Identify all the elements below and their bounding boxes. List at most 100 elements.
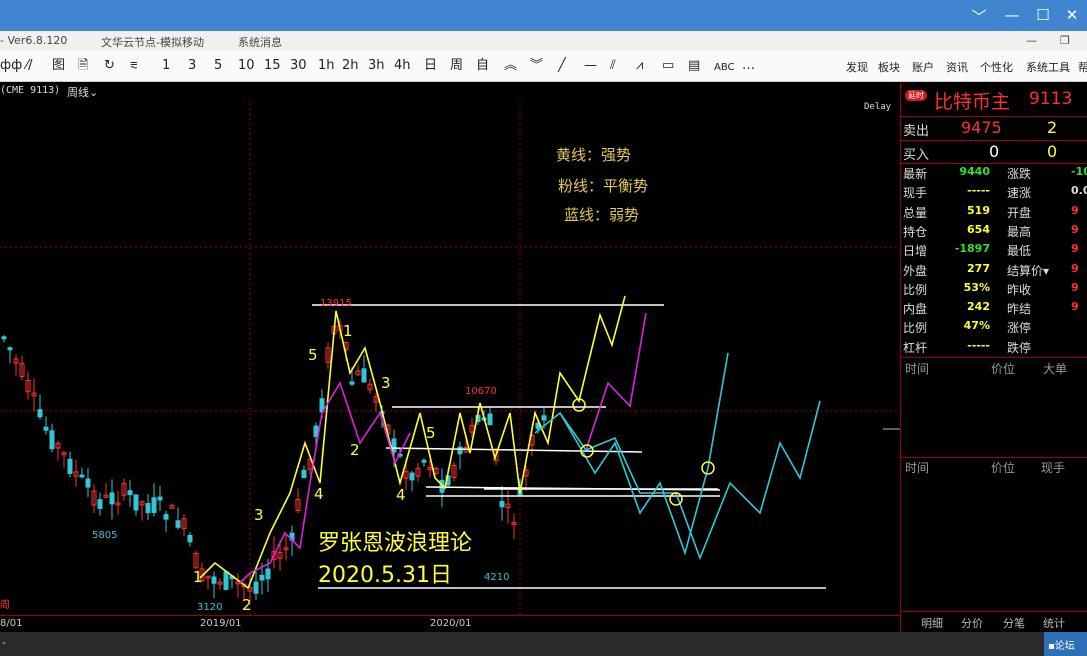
tab-price-dist[interactable]: 分价 [961,615,983,631]
wave-label: 2 [242,596,252,614]
candle-body [163,514,169,520]
forum-button[interactable]: ▪论坛 [1044,632,1087,656]
period-4h[interactable]: 4h [394,58,411,74]
period-30min[interactable]: 30 [290,58,307,74]
tab-tick[interactable]: 分笔 [1003,615,1025,631]
period-15min[interactable]: 15 [264,58,281,74]
close-button[interactable]: ✕ [1058,6,1086,24]
inner-minimize-button[interactable]: — [1026,34,1037,47]
minimize-button[interactable]: — [998,6,1026,24]
candle-body [253,581,259,594]
nav-system-tools[interactable]: 系统工具 [1026,59,1070,75]
period-1h[interactable]: 1h [318,58,335,74]
hline-tool-icon[interactable]: — [584,58,597,74]
quote-label: 最低 [1007,244,1032,259]
candle-body [1,336,7,340]
more-tools-icon[interactable]: … [742,58,755,74]
inner-restore-button[interactable]: ❐ [1060,34,1070,47]
trades-time: 时间 [905,362,930,376]
wave-label: 1 [343,322,353,340]
quote-row: 比例 47% 涨停 [901,318,1087,337]
forum-label: 论坛 [1054,641,1075,652]
parallel-tool-icon[interactable]: ⫽ [610,58,616,74]
text-tool-icon[interactable]: ABC [714,60,735,76]
period-3min[interactable]: 3 [188,58,196,74]
toolbar-save-icon[interactable]: 🗎 [78,58,88,74]
quote-row: 日增 -1897 最低 9 [901,241,1087,260]
kline-chart[interactable]: 黄线：强势 粉线：平衡势 蓝线：弱势 罗张恩波浪理论 2020.5.31日 13915 10… [0,83,900,615]
candle-body [127,490,133,496]
zoom-in-icon[interactable]: ︽ [504,58,517,74]
toolbar-compare-icon[interactable]: ⩳ [130,58,138,74]
quote-value: 519 [967,203,990,217]
quote-value: 53% [963,280,990,294]
line-tool-icon[interactable]: ╱ [558,58,566,74]
wave-tool-icon[interactable]: ⩘ [636,58,643,74]
status-bar: - ▪论坛 [0,632,1087,656]
period-1min[interactable]: 1 [162,58,170,74]
nav-sector[interactable]: 板块 [878,59,900,75]
period-5min[interactable]: 5 [214,58,222,74]
grid-tool-icon[interactable]: ▤ [688,58,700,74]
wave-label: 4 [314,485,324,503]
instrument-name: 比特币主 [934,91,1011,113]
price-label-low-a: 5805 [92,530,117,541]
candle-body [409,472,415,481]
candle-body [313,425,319,437]
menu-sysmsg[interactable]: 系统消息 [238,34,282,50]
toolbar-move-icon[interactable]: фф [0,58,22,74]
price-label-mid-high: 10670 [465,386,497,397]
candle-body [457,446,463,455]
nav-account[interactable]: 账户 [912,59,934,75]
period-day[interactable]: 日 [424,58,437,74]
x-axis-label: 2020/01 [430,618,472,629]
candle-body [49,430,55,450]
x-axis-label: 8/01 [0,618,23,629]
candle-body [97,499,103,509]
zoom-out-icon[interactable]: ︾ [530,58,543,74]
quote-label: 比例 [903,321,928,336]
period-label: 周线 [67,86,89,99]
menu-node[interactable]: 文华云节点-模拟移动 [101,34,204,50]
candle-body [421,459,427,463]
quote-label: 内盘 [903,302,928,317]
candle-body [7,347,13,351]
quote-label: 日增 [903,244,928,259]
period-3h[interactable]: 3h [368,58,385,74]
panel-title: 延时 比特币主 9113 [901,83,1087,116]
candle-body [301,469,307,479]
period-2h[interactable]: 2h [342,58,359,74]
maximize-button[interactable]: ☐ [1029,6,1057,24]
nav-news[interactable]: 资讯 [946,59,968,75]
candle-body [223,571,229,590]
toolbar-draw-icon[interactable]: ⁄/ [26,58,33,74]
nav-personalize[interactable]: 个性化 [980,59,1013,75]
nav-help[interactable]: 帮 [1078,59,1087,75]
version-label: - Ver6.8.120 [0,34,68,47]
symbol-label: (CME 9113) [0,85,61,96]
toolbar-refresh-icon[interactable]: ↻ [104,58,115,74]
sell-label: 卖出 [903,124,930,139]
instrument-code: 9113 [1029,89,1073,109]
quote-label: 开盘 [1007,205,1032,220]
tab-detail[interactable]: 明细 [921,615,943,631]
rect-tool-icon[interactable]: ▭ [662,58,674,74]
delay-label: Delay [864,102,892,112]
quote-row: 最新 9440 涨跌 -10/0.1 [901,164,1087,183]
dropdown-icon[interactable]: ﹀ [965,6,993,27]
panel-tabs: 明细 分价 分笔 统计 [901,611,1087,632]
tab-stats[interactable]: 统计 [1043,615,1065,631]
week-label: 周 [0,599,10,611]
candle-body [79,474,85,478]
period-week[interactable]: 周 [450,58,463,74]
wave-label: 1 [193,568,203,586]
candle-body [67,458,73,474]
toolbar-chart-icon[interactable]: 图 [52,58,65,74]
period-custom[interactable]: 自 [476,58,489,74]
price-label-low-b: 4210 [484,572,509,583]
period-10min[interactable]: 10 [238,58,255,74]
period-selector[interactable]: 周线⌄ [67,84,98,100]
quote-value: ----- [967,338,990,352]
nav-discover[interactable]: 发现 [846,59,868,75]
candle-body [85,478,91,488]
